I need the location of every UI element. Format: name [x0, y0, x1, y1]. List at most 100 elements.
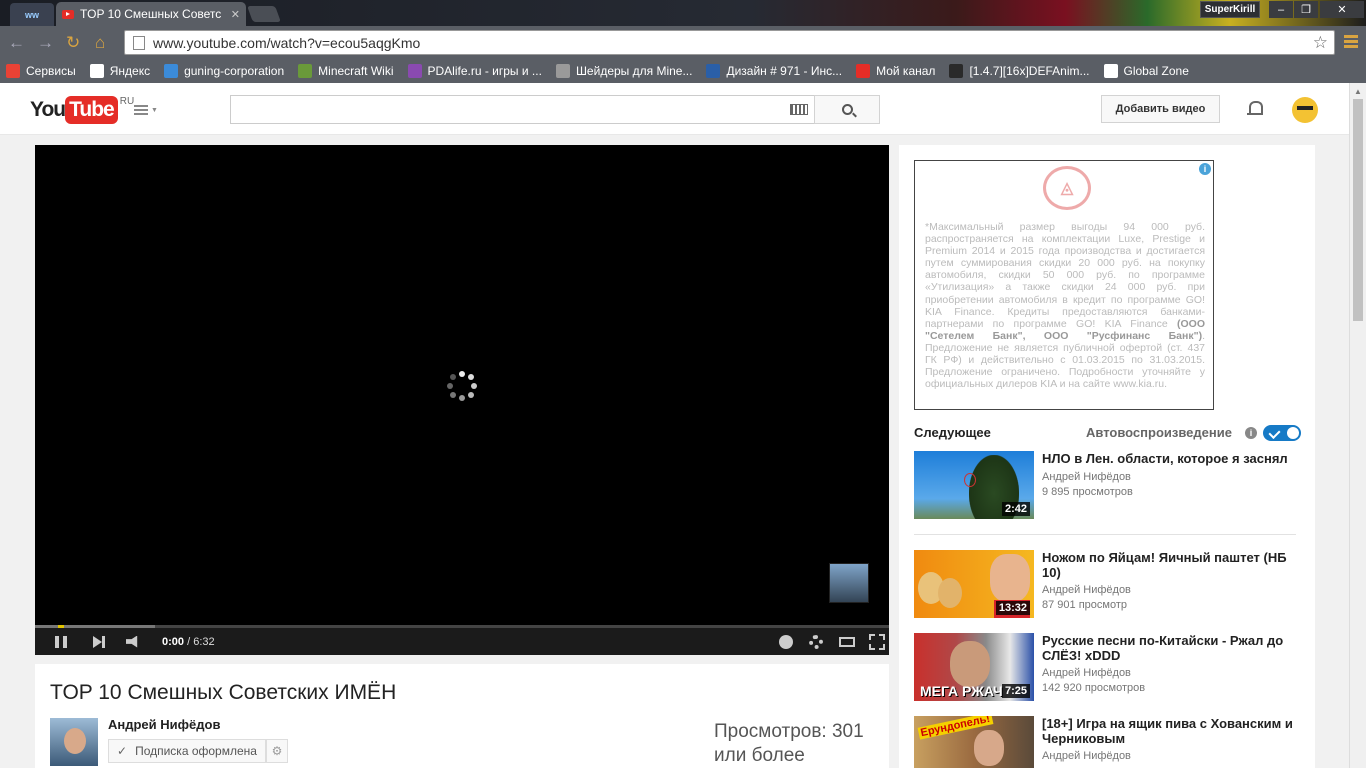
close-window-icon[interactable]: ✕	[1320, 1, 1364, 18]
notifications-bell-icon[interactable]	[1247, 99, 1263, 117]
duration-badge: 13:32	[995, 601, 1030, 615]
video-thumbnail[interactable]: 13:32	[914, 550, 1034, 618]
video-title: TOP 10 Смешных Советских ИМЁН	[50, 681, 397, 704]
ad-info-icon[interactable]: i	[1199, 163, 1211, 175]
back-icon[interactable]: ←	[8, 33, 25, 53]
list-item[interactable]: МЕГА РЖАЧ 7:25 Русские песни по-Китайски…	[914, 633, 1314, 703]
loading-spinner-icon	[447, 371, 477, 401]
bookmark-item[interactable]: Дизайн # 971 - Инс...	[706, 64, 842, 78]
ad-banner[interactable]: i ◬ *Максимальный размер выгоды 94 000 р…	[914, 160, 1214, 410]
keyboard-icon[interactable]	[790, 104, 808, 115]
watch-later-icon[interactable]	[779, 634, 793, 649]
search-icon	[841, 104, 853, 115]
tab-close-icon[interactable]: ✕	[231, 8, 240, 21]
volume-icon[interactable]	[126, 635, 138, 648]
up-next-header: Следующее Автовоспроизведение i	[914, 425, 1314, 445]
profile-badge[interactable]: SuperKirill	[1200, 1, 1260, 18]
rec-title[interactable]: [18+] Игра на ящик пива с Хованским и Че…	[1042, 716, 1302, 746]
theater-mode-icon[interactable]	[839, 636, 855, 647]
url-text: www.youtube.com/watch?v=ecou5aqgKmo	[153, 34, 421, 51]
bookmark-item[interactable]: Сервисы	[6, 64, 76, 78]
check-icon: ✓	[117, 744, 128, 758]
restore-icon[interactable]: ❐	[1294, 1, 1318, 18]
view-count: Просмотров: 301 или более	[714, 721, 864, 766]
autoplay-toggle[interactable]	[1263, 425, 1301, 441]
bookmark-item[interactable]: Яндекс	[89, 64, 151, 78]
bookmark-favicon-icon	[856, 64, 871, 78]
rec-title[interactable]: Русские песни по-Китайски - Ржал до СЛЁЗ…	[1042, 633, 1302, 663]
page-scrollbar[interactable]: ▲	[1349, 83, 1366, 768]
rec-channel: Андрей Нифёдов	[1042, 471, 1131, 483]
rec-title[interactable]: Ножом по Яйцам! Яичный паштет (НБ 10)	[1042, 550, 1302, 580]
fullscreen-icon[interactable]	[869, 633, 885, 650]
pinned-tab[interactable]: ww	[10, 3, 54, 26]
bookmark-item[interactable]: Шейдеры для Mine...	[555, 64, 693, 78]
scrollbar-thumb[interactable]	[1353, 99, 1363, 321]
search-button[interactable]	[814, 95, 880, 124]
bookmark-item[interactable]: [1.4.7][16x]DEFAnim...	[949, 64, 1090, 78]
autoplay-info-icon[interactable]: i	[1245, 427, 1257, 439]
owner-avatar[interactable]	[50, 718, 98, 766]
next-icon[interactable]	[93, 635, 105, 648]
thumbnail-overlay-text: МЕГА РЖАЧ	[920, 683, 1003, 699]
browser-menu-icon[interactable]	[1344, 35, 1358, 38]
bookmark-label: Сервисы	[26, 64, 76, 78]
bookmark-favicon-icon	[164, 64, 179, 78]
video-player[interactable]: 0:00 / 6:32	[35, 145, 889, 655]
rec-channel: Андрей Нифёдов	[1042, 750, 1131, 762]
bookmark-item[interactable]: guning-corporation	[164, 64, 284, 78]
list-item[interactable]: Ерундопель! [18+] Игра на ящик пива с Хо…	[914, 716, 1314, 768]
bookmarks-bar: Сервисы Яндекс guning-corporation Minecraft…	[0, 59, 1366, 83]
divider	[914, 534, 1296, 535]
search-input[interactable]	[230, 95, 815, 124]
rec-title[interactable]: НЛО в Лен. области, которое я заснял	[1042, 451, 1302, 466]
address-bar[interactable]: www.youtube.com/watch?v=ecou5aqgKmo ☆	[124, 30, 1335, 55]
scroll-up-icon[interactable]: ▲	[1354, 87, 1362, 96]
rec-views: 142 920 просмотров	[1042, 682, 1146, 694]
list-item[interactable]: 13:32 Ножом по Яйцам! Яичный паштет (НБ …	[914, 550, 1314, 620]
owner-name[interactable]: Андрей Нифёдов	[108, 717, 220, 732]
guide-menu-icon[interactable]	[134, 105, 148, 107]
bookmark-star-icon[interactable]: ☆	[1313, 33, 1328, 53]
bookmark-label: Мой канал	[876, 64, 936, 78]
minimize-icon[interactable]: –	[1269, 1, 1293, 18]
bookmark-favicon-icon	[298, 64, 313, 78]
forward-icon[interactable]: →	[37, 33, 54, 53]
bookmark-label: Шейдеры для Mine...	[575, 64, 693, 78]
new-tab-button[interactable]	[247, 6, 281, 22]
bookmark-item[interactable]: Global Zone	[1103, 64, 1189, 78]
video-thumbnail[interactable]: МЕГА РЖАЧ 7:25	[914, 633, 1034, 701]
autoplay-label: Автовоспроизведение	[1086, 425, 1232, 440]
video-thumbnail[interactable]: 2:42	[914, 451, 1034, 519]
bookmark-label: PDAlife.ru - игры и ...	[427, 64, 542, 78]
upload-button[interactable]: Добавить видео	[1101, 95, 1220, 123]
bookmark-label: [1.4.7][16x]DEFAnim...	[969, 64, 1090, 78]
guide-caret-icon[interactable]: ▼	[151, 107, 158, 114]
home-icon[interactable]: ⌂	[95, 33, 105, 53]
subscribed-button[interactable]: ✓ Подписка оформлена	[108, 739, 266, 763]
duration-badge: 7:25	[1001, 684, 1030, 698]
subscribe-label: Подписка оформлена	[135, 744, 257, 758]
channel-watermark[interactable]	[829, 563, 869, 603]
bookmark-item[interactable]: Мой канал	[856, 64, 935, 78]
rec-channel: Андрей Нифёдов	[1042, 584, 1131, 596]
account-avatar[interactable]	[1292, 97, 1318, 123]
bookmark-item[interactable]: PDAlife.ru - игры и ...	[407, 64, 542, 78]
bookmark-label: Яндекс	[109, 64, 151, 78]
list-item[interactable]: 2:42 НЛО в Лен. области, которое я засня…	[914, 451, 1314, 521]
bookmark-favicon-icon	[1103, 64, 1118, 78]
video-thumbnail[interactable]: Ерундопель!	[914, 716, 1034, 768]
duration-badge: 2:42	[1001, 502, 1030, 516]
rec-views: 87 901 просмотр	[1042, 599, 1127, 611]
rec-channel: Андрей Нифёдов	[1042, 667, 1131, 679]
bookmark-item[interactable]: Minecraft Wiki	[298, 64, 394, 78]
settings-gear-icon[interactable]	[809, 634, 823, 649]
youtube-page: You Tube RU ▼ Добавить видео 0:00 / 6:32…	[0, 83, 1349, 768]
youtube-logo[interactable]: You Tube RU	[30, 96, 134, 124]
reload-icon[interactable]: ↻	[66, 33, 80, 53]
player-controls: 0:00 / 6:32	[35, 628, 889, 655]
subscription-settings-icon[interactable]: ⚙	[266, 739, 288, 763]
browser-toolbar: ← → ↻ ⌂ www.youtube.com/watch?v=ecou5aqg…	[0, 26, 1366, 59]
tab-youtube[interactable]: TOP 10 Смешных Советс ✕	[56, 2, 246, 26]
pause-icon[interactable]	[55, 635, 67, 648]
